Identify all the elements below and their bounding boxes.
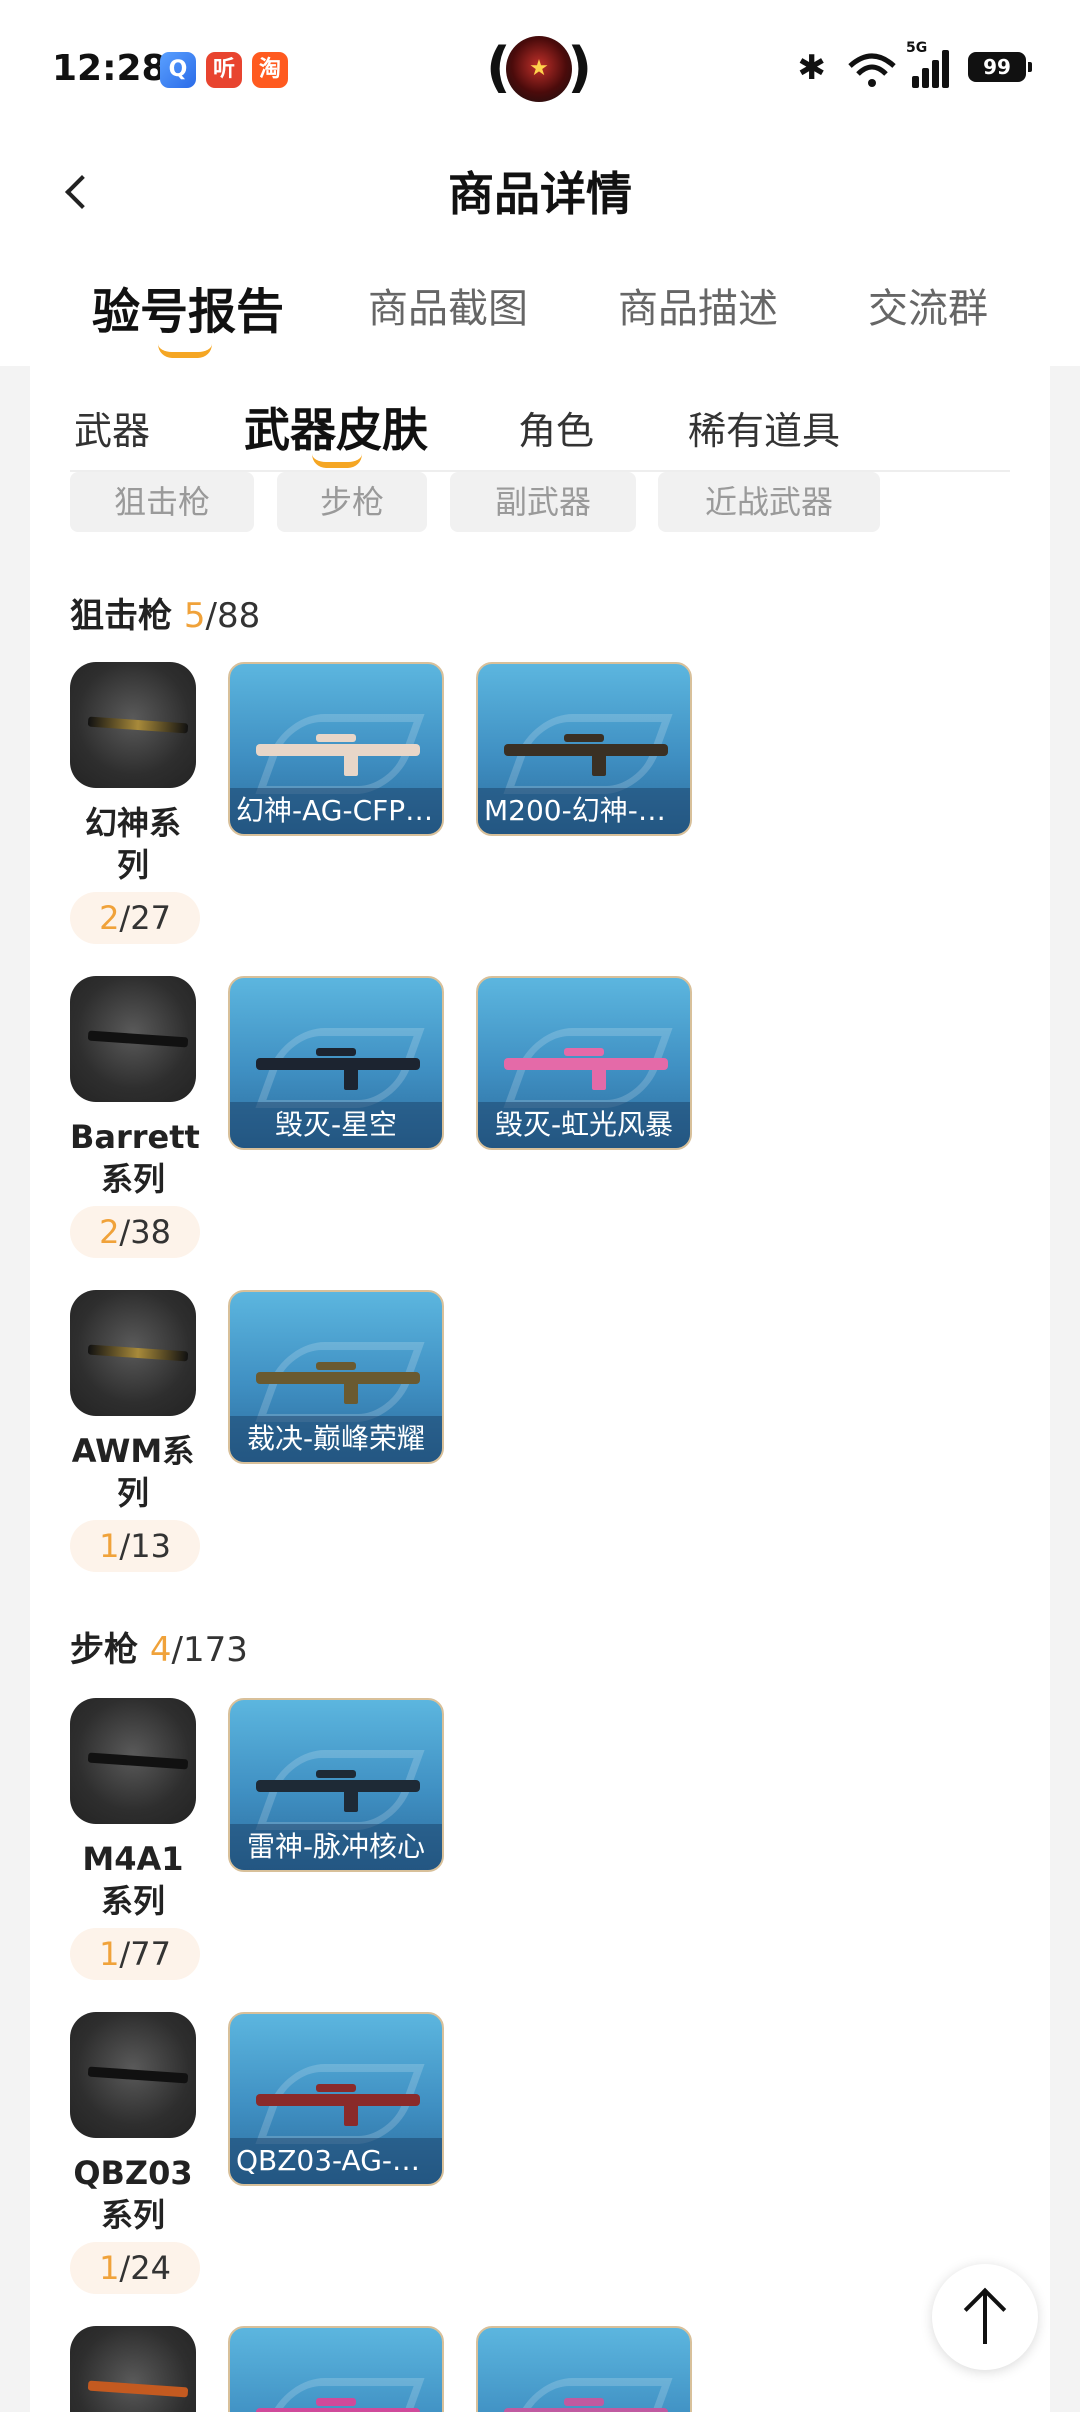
skin-card[interactable]: 雷神-脉冲核心 — [228, 1698, 444, 1872]
section-title-rifle: 步枪 4/173 — [70, 1630, 248, 1670]
game-avatar-icon: ★ — [506, 36, 572, 102]
subtab-characters[interactable]: 角色 — [518, 400, 594, 455]
page-title: 商品详情 — [448, 167, 632, 221]
nav-header: 商品详情 — [0, 140, 1080, 250]
active-tab-indicator — [158, 344, 212, 358]
series-name: 幻神系列 — [84, 804, 181, 884]
series-thumbnail — [70, 662, 196, 788]
series-count: 1/24 — [70, 2242, 200, 2294]
series-name: Barrett系列 — [70, 1118, 200, 1198]
cf-logo-icon — [503, 2378, 673, 2412]
skin-name: 雷神-脉冲核心 — [230, 1824, 442, 1870]
series-name: QBZ03系列 — [73, 2154, 193, 2234]
skin-name: 毁灭-虹光风暴 — [478, 1102, 690, 1148]
report-content: 武器 武器皮肤 角色 稀有道具 狙击枪 步枪 副武器 近战武器 狙击枪 5/88… — [30, 366, 1050, 2412]
status-time: 12:28 — [52, 48, 167, 89]
series-name: AWM系列 — [71, 1432, 195, 1512]
subtab-weapons[interactable]: 武器 — [74, 400, 150, 455]
tab-description[interactable]: 商品描述 — [618, 276, 778, 334]
skin-card[interactable] — [228, 2326, 444, 2412]
dynamic-island-avatar[interactable]: ( ★ ) — [486, 36, 592, 104]
series-row: M4A1系列 1/77 雷神-脉冲核心 — [70, 1698, 1050, 1988]
skin-name: 毁灭-星空 — [230, 1102, 442, 1148]
series-count: 1/77 — [70, 1928, 200, 1980]
bluetooth-icon: ✱ — [797, 48, 827, 88]
skin-card[interactable]: 毁灭-星空 — [228, 976, 444, 1150]
section-owned-count: 4 — [149, 1630, 172, 1670]
category-chip-sidearm[interactable]: 副武器 — [450, 472, 636, 532]
tab-verification-report[interactable]: 验号报告 — [92, 272, 284, 342]
category-chip-melee[interactable]: 近战武器 — [658, 472, 880, 532]
skin-card[interactable] — [476, 2326, 692, 2412]
battery-icon: 99 — [968, 52, 1032, 82]
skin-name: 幻神-AG-CFPL... — [230, 788, 442, 834]
section-owned-count: 5 — [183, 596, 206, 636]
category-chip-sniper[interactable]: 狙击枪 — [70, 472, 254, 532]
subtab-rare-items[interactable]: 稀有道具 — [688, 400, 840, 455]
series-thumbnail — [70, 2326, 196, 2412]
series-thumbnail — [70, 976, 196, 1102]
series-thumbnail — [70, 1290, 196, 1416]
tab-chat-group[interactable]: 交流群 — [868, 276, 988, 334]
signal-icon: 5G — [906, 40, 952, 88]
status-bar: 12:28 Q 听 淘 ( ★ ) ✱ 5G 99 — [0, 0, 1080, 140]
taobao-app-icon: 淘 — [252, 52, 288, 88]
listen-app-icon: 听 — [206, 52, 242, 88]
section-total-count: /88 — [205, 596, 261, 636]
cf-logo-icon — [255, 2378, 425, 2412]
skin-name: M200-幻神-黄忠 — [478, 788, 690, 834]
network-type: 5G — [906, 40, 928, 56]
wifi-icon — [848, 53, 896, 87]
sub-tabs: 武器 武器皮肤 角色 稀有道具 — [30, 366, 1050, 472]
product-detail-page: 12:28 Q 听 淘 ( ★ ) ✱ 5G 99 商品详情 验号报告 商品截图… — [0, 0, 1080, 2412]
series-row: 幻神系列 2/27 幻神-AG-CFPL... M200-幻神-黄忠 — [70, 662, 1050, 952]
status-indicators: ✱ 5G 99 — [766, 40, 1032, 92]
series-row: Barrett系列 2/38 毁灭-星空 毁灭-虹光风暴 — [70, 976, 1050, 1266]
subtab-weapon-skins[interactable]: 武器皮肤 — [244, 394, 428, 460]
section-total-count: /173 — [171, 1630, 248, 1670]
active-subtab-indicator — [312, 454, 362, 468]
category-chip-rifle[interactable]: 步枪 — [277, 472, 427, 532]
series-count: 1/13 — [70, 1520, 200, 1572]
skin-card[interactable]: M200-幻神-黄忠 — [476, 662, 692, 836]
series-row: AWM系列 1/13 裁决-巅峰荣耀 — [70, 1290, 1050, 1580]
skin-card[interactable]: QBZ03-AG-CF... — [228, 2012, 444, 2186]
series-count: 2/27 — [70, 892, 200, 944]
series-count: 2/38 — [70, 1206, 200, 1258]
series-thumbnail — [70, 1698, 196, 1824]
section-title-sniper: 狙击枪 5/88 — [70, 596, 261, 636]
tab-screenshots[interactable]: 商品截图 — [368, 276, 528, 334]
series-thumbnail — [70, 2012, 196, 2138]
skin-card[interactable]: 幻神-AG-CFPL... — [228, 662, 444, 836]
skin-name: 裁决-巅峰荣耀 — [230, 1416, 442, 1462]
skin-card[interactable]: 裁决-巅峰荣耀 — [228, 1290, 444, 1464]
main-tabs: 验号报告 商品截图 商品描述 交流群 — [0, 250, 1080, 366]
skin-card[interactable]: 毁灭-虹光风暴 — [476, 976, 692, 1150]
series-row — [70, 2326, 1050, 2412]
qq-app-icon: Q — [160, 52, 196, 88]
series-name: M4A1系列 — [82, 1840, 184, 1920]
skin-name: QBZ03-AG-CF... — [230, 2138, 442, 2184]
series-row: QBZ03系列 1/24 QBZ03-AG-CF... — [70, 2012, 1050, 2302]
scroll-top-button[interactable] — [932, 2264, 1038, 2370]
